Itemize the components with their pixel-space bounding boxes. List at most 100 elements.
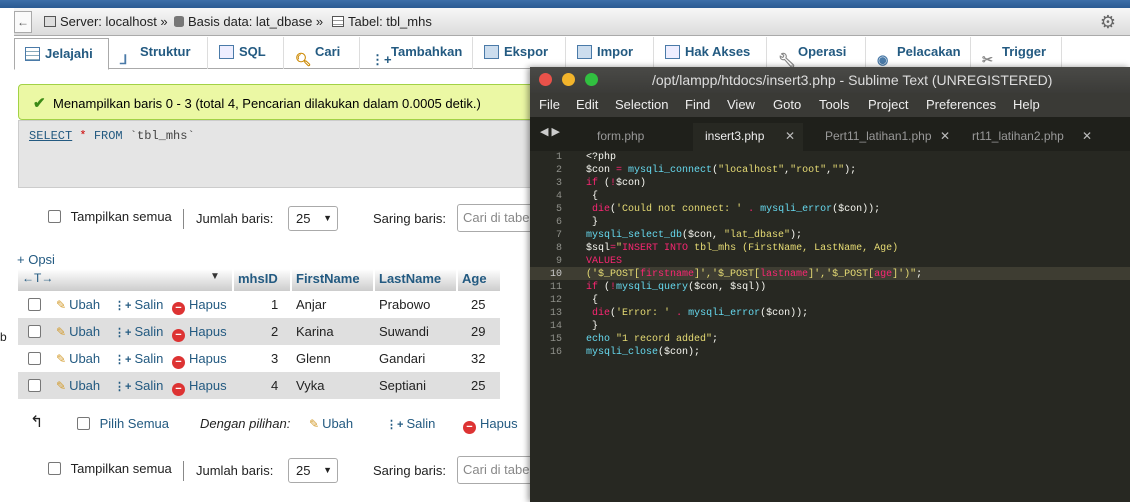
delete-link[interactable]: − Hapus [172,297,227,315]
breadcrumb-database[interactable]: Basis data: lat_dbase » [174,14,323,29]
edit-link[interactable]: ✎ Ubah [56,351,100,366]
copy-icon: ⋮+ [386,419,404,431]
tab-trigger[interactable]: ✂ Trigger [972,37,1062,69]
editor-tab[interactable]: Pert11_latihan1.php ✕ [813,123,958,151]
chevron-down-icon: ▼ [323,213,332,223]
cell-age: 25 [471,378,486,393]
delete-label: Hapus [189,297,227,312]
copy-link[interactable]: ⋮+ Salin [114,297,163,312]
line-number: 7 [555,230,562,241]
sql-query: SELECT * FROM `tbl_mhs` [29,129,195,143]
tab-import[interactable]: Impor [567,37,654,69]
tab-privileges[interactable]: Hak Akses [655,37,767,69]
delete-link[interactable]: − Hapus [172,378,227,396]
menu-tools[interactable]: Tools [819,97,849,112]
column-resize-arrows[interactable]: ←T→ [22,271,53,285]
breadcrumb-table[interactable]: Tabel: tbl_mhs [332,14,432,29]
menu-edit[interactable]: Edit [576,97,598,112]
edit-label: Ubah [69,324,101,339]
tab-insert[interactable]: ⋮+ Tambahkan [361,37,473,69]
desktop: ← Server: localhost » Basis data: lat_db… [0,0,1130,502]
rows-select[interactable]: 25 ▼ [288,458,338,483]
column-header[interactable]: mhsID [234,269,290,291]
sublime-window: /opt/lampp/htdocs/insert3.php - Sublime … [530,67,1130,502]
tab-export[interactable]: Ekspor [474,37,566,69]
row-checkbox[interactable] [28,298,41,311]
gear-icon[interactable]: ⚙ [1100,12,1116,33]
show-all-bottom[interactable]: Tampilkan semua [48,461,172,476]
row-checkbox[interactable] [28,352,41,365]
delete-link[interactable]: − Hapus [172,324,227,342]
maximize-button[interactable] [585,73,598,86]
rows-select[interactable]: 25 ▼ [288,206,338,231]
tab-tracking[interactable]: ◉ Pelacakan [867,37,971,69]
show-all-checkbox[interactable] [48,210,61,223]
close-icon[interactable]: ✕ [785,123,795,149]
menu-help[interactable]: Help [1013,97,1040,112]
cell-id: 4 [271,378,279,393]
menu-goto[interactable]: Goto [773,97,801,112]
breadcrumb-server[interactable]: Server: localhost » [44,14,168,29]
column-header[interactable]: LastName [375,269,456,291]
tab-label: Cari [315,44,341,59]
tab-sql[interactable]: SQL [209,37,284,69]
select-all-label: Pilih Semua [99,416,169,431]
tab-browse[interactable]: Jelajahi [14,38,109,70]
success-message: ✔ Menampilkan baris 0 - 3 (total 4, Penc… [18,84,538,120]
bulk-delete-button[interactable]: − Hapus [463,416,518,434]
bulk-edit-button[interactable]: ✎ Ubah [309,416,353,431]
menu-view[interactable]: View [727,97,755,112]
bulk-copy-button[interactable]: ⋮+ Salin [386,416,435,431]
menu-project[interactable]: Project [868,97,908,112]
operations-icon: 🔧︎ [778,52,796,68]
pencil-icon: ✎ [309,417,320,431]
copy-link[interactable]: ⋮+ Salin [114,324,163,339]
sql-keyword-select[interactable]: SELECT [29,129,72,143]
menu-find[interactable]: Find [685,97,710,112]
copy-icon: ⋮+ [114,381,132,393]
server-icon [44,16,56,27]
editor-tab[interactable]: form.php [585,123,685,151]
table-row: ✎ Ubah ⋮+ Salin − Hapus 1 Anjar Prabowo 25 [18,291,500,318]
close-button[interactable] [539,73,552,86]
line-number: 5 [555,204,562,215]
cell-id: 1 [271,297,279,312]
menu-selection[interactable]: Selection [615,97,668,112]
breadcrumb-database-label: Basis data: lat_dbase » [188,14,324,29]
editor-tab-active[interactable]: insert3.php ✕ [693,123,803,151]
code-line: if (!$con) [586,178,647,189]
menu-file[interactable]: File [539,97,560,112]
row-checkbox[interactable] [28,379,41,392]
copy-link[interactable]: ⋮+ Salin [114,378,163,393]
sql-keyword-from: FROM [93,129,123,143]
column-header[interactable]: FirstName [292,269,373,291]
menu-preferences[interactable]: Preferences [926,97,996,112]
row-checkbox[interactable] [28,325,41,338]
code-line: echo "1 record added"; [586,334,719,345]
delete-link[interactable]: − Hapus [172,351,227,369]
copy-link[interactable]: ⋮+ Salin [114,351,163,366]
select-all[interactable]: Pilih Semua [77,416,169,431]
tab-operations[interactable]: 🔧︎ Operasi [768,37,866,69]
edit-link[interactable]: ✎ Ubah [56,324,100,339]
show-all-top[interactable]: Tampilkan semua [48,209,172,224]
close-icon[interactable]: ✕ [940,123,950,149]
code-editor[interactable]: <?php $con = mysqli_connect("localhost",… [586,151,1126,502]
editor-tab[interactable]: rt11_latihan2.php ✕ [960,123,1100,151]
tab-structure[interactable]: ⅃ Struktur [110,37,208,69]
options-link[interactable]: + Opsi [17,252,55,267]
edit-link[interactable]: ✎ Ubah [56,297,100,312]
select-all-checkbox[interactable] [77,417,90,430]
delete-icon: − [172,356,185,369]
tab-search[interactable]: 🔍︎ Cari [285,37,360,69]
tab-nav-arrows-icon[interactable]: ◀ ▶ [540,125,560,138]
show-all-checkbox[interactable] [48,462,61,475]
back-button[interactable]: ← [14,11,32,33]
edit-link[interactable]: ✎ Ubah [56,378,100,393]
minimize-button[interactable] [562,73,575,86]
sort-dropdown-icon[interactable]: ▼ [210,271,220,282]
close-icon[interactable]: ✕ [1082,123,1092,149]
column-header[interactable]: Age [458,269,500,291]
menu-bar: File Edit Selection Find View Goto Tools… [530,93,1130,117]
show-all-label: Tampilkan semua [70,461,172,476]
